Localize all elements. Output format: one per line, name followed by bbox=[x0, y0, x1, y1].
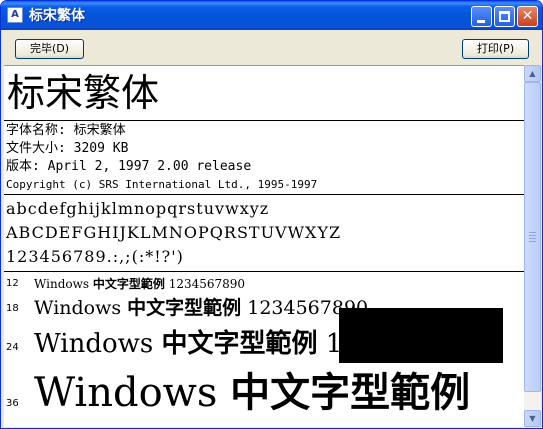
font-viewer-window: A 标宋繁体 ✕ 完毕(D) 打印(P) 标宋繁体 字体名称: 标宋繁体 文件大… bbox=[0, 0, 543, 429]
size-sample-text: Windows 中文字型範例 1234567890 bbox=[34, 295, 368, 321]
window-title: 标宋繁体 bbox=[29, 8, 85, 24]
copyright-info: Copyright (c) SRS International Ltd., 19… bbox=[6, 178, 318, 191]
done-button[interactable]: 完毕(D) bbox=[15, 39, 84, 59]
print-button[interactable]: 打印(P) bbox=[462, 39, 529, 59]
cjk-sample: 中文字型範例 bbox=[161, 329, 318, 359]
latin-sample: Windows bbox=[34, 277, 90, 291]
size-sample-text: Windows 中文字型範例 1234567890 bbox=[34, 276, 245, 292]
maximize-button[interactable] bbox=[494, 6, 515, 27]
latin-sample: Windows bbox=[34, 370, 218, 416]
scroll-thumb[interactable] bbox=[524, 82, 541, 392]
cjk-sample: 中文字型範例 bbox=[127, 297, 242, 319]
grip-line bbox=[529, 241, 536, 242]
digit-sample: 1234567890 bbox=[168, 277, 246, 291]
cjk-sample: 中文字型範例 bbox=[230, 370, 471, 416]
font-display-name: 标宋繁体 bbox=[7, 71, 160, 115]
size-label: 24 bbox=[6, 342, 19, 353]
size-label: 18 bbox=[6, 303, 19, 314]
file-size-info: 文件大小: 3209 KB bbox=[6, 141, 129, 156]
cjk-sample: 中文字型範例 bbox=[92, 277, 165, 291]
size-label: 12 bbox=[6, 278, 19, 289]
minimize-icon bbox=[477, 20, 485, 23]
grip-line bbox=[529, 238, 536, 239]
digits-sample: 123456789.:,;(:*!?') bbox=[6, 247, 184, 266]
redaction-box bbox=[339, 308, 503, 363]
scroll-up-button[interactable]: ▲ bbox=[524, 65, 541, 82]
grip-line bbox=[529, 235, 536, 236]
latin-sample: Windows bbox=[34, 329, 154, 359]
lowercase-sample: abcdefghijklmnopqrstuvwxyz bbox=[6, 199, 270, 218]
grip-line bbox=[529, 232, 536, 233]
size-sample-text: Windows 中文字型範例 bbox=[34, 366, 470, 420]
close-icon: ✕ bbox=[521, 8, 534, 24]
font-name-info: 字体名称: 标宋繁体 bbox=[6, 123, 126, 138]
font-file-icon: A bbox=[7, 7, 23, 23]
maximize-icon bbox=[499, 11, 510, 22]
version-info: 版本: April 2, 1997 2.00 release bbox=[6, 159, 252, 174]
scroll-down-button[interactable]: ▼ bbox=[524, 410, 541, 427]
size-label: 36 bbox=[6, 398, 19, 409]
close-button[interactable]: ✕ bbox=[517, 6, 538, 27]
divider bbox=[4, 271, 524, 272]
divider bbox=[4, 120, 524, 121]
font-preview-pane[interactable]: 标宋繁体 字体名称: 标宋繁体 文件大小: 3209 KB 版本: April … bbox=[4, 65, 524, 427]
minimize-button[interactable] bbox=[471, 6, 492, 27]
title-bar[interactable]: A 标宋繁体 ✕ bbox=[1, 1, 542, 30]
vertical-scrollbar[interactable]: ▲ ▼ bbox=[524, 65, 541, 427]
divider bbox=[4, 194, 524, 195]
uppercase-sample: ABCDEFGHIJKLMNOPQRSTUVWXYZ bbox=[6, 223, 342, 242]
toolbar: 完毕(D) 打印(P) bbox=[1, 30, 542, 65]
latin-sample: Windows bbox=[34, 297, 122, 319]
